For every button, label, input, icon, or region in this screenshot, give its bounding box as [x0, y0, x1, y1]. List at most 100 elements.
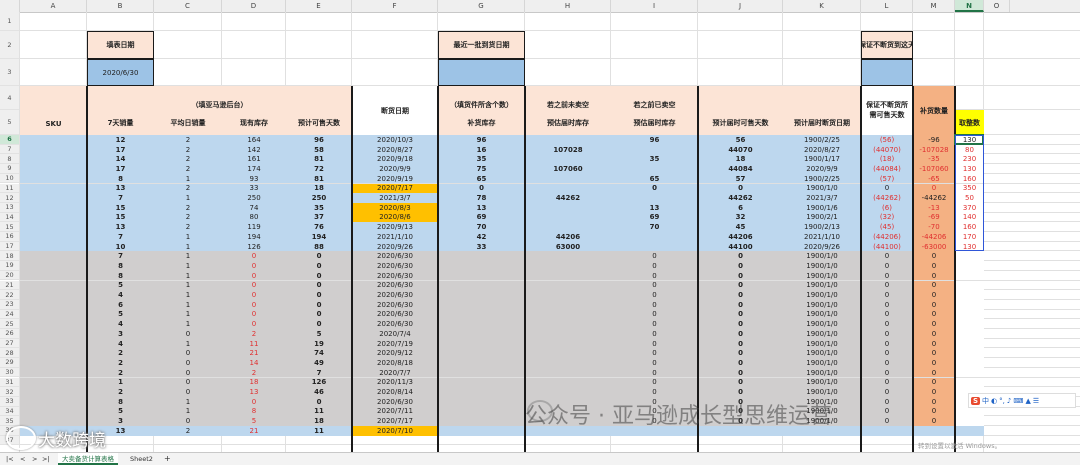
cell-e[interactable]: 74 — [286, 348, 352, 359]
cell-c[interactable]: 2 — [154, 202, 222, 213]
cell-a[interactable] — [20, 280, 87, 291]
cell-g[interactable] — [438, 377, 525, 388]
cell-m[interactable]: 0 — [913, 406, 955, 417]
cell-l[interactable]: (18) — [861, 154, 913, 165]
cell-i[interactable]: 0 — [611, 329, 698, 339]
cell-m[interactable]: 0 — [913, 309, 955, 320]
cell-c[interactable]: 0 — [154, 377, 222, 388]
cell-j[interactable]: 32 — [698, 212, 783, 223]
cell-c[interactable]: 1 — [154, 396, 222, 407]
cell-i[interactable]: 0 — [611, 309, 698, 320]
cell-l[interactable]: 0 — [861, 251, 913, 262]
cell-k[interactable]: 1900/1/0 — [783, 183, 861, 194]
row-header[interactable]: 23 — [0, 299, 20, 310]
cell-c[interactable]: 1 — [154, 241, 222, 252]
cell-j[interactable]: 0 — [698, 251, 783, 262]
column-header-a[interactable]: A — [20, 0, 87, 12]
cell-g[interactable] — [438, 396, 525, 407]
cell-f[interactable]: 2020/6/30 — [352, 251, 438, 262]
cell-g[interactable]: 65 — [438, 173, 525, 184]
cell-f[interactable]: 2020/11/3 — [352, 377, 438, 388]
cell-h[interactable]: 44206 — [525, 232, 611, 242]
cell-f[interactable]: 2020/6/30 — [352, 290, 438, 300]
cell-f[interactable]: 2020/9/12 — [352, 348, 438, 359]
cell-i[interactable]: 0 — [611, 183, 698, 194]
cell-l[interactable]: 0 — [861, 319, 913, 329]
cell-g[interactable]: 96 — [438, 135, 525, 145]
cell-i[interactable]: 69 — [611, 212, 698, 223]
cell-d[interactable]: 2 — [222, 367, 286, 378]
cell-m[interactable]: -63000 — [913, 241, 955, 252]
cell-b[interactable]: 2 — [87, 348, 154, 359]
cell-b[interactable]: 3 — [87, 329, 154, 339]
cell-d[interactable]: 0 — [222, 251, 286, 262]
cell-k[interactable]: 1900/1/0 — [783, 251, 861, 262]
cell-g[interactable]: 33 — [438, 241, 525, 252]
cell-e[interactable]: 0 — [286, 309, 352, 320]
cell-d[interactable]: 0 — [222, 299, 286, 310]
cell-j[interactable]: 0 — [698, 299, 783, 310]
cell-m[interactable] — [913, 426, 955, 436]
cell-c[interactable]: 2 — [154, 426, 222, 436]
cell-e[interactable]: 35 — [286, 202, 352, 213]
cell-n[interactable] — [955, 309, 984, 320]
cell-d[interactable]: 5 — [222, 416, 286, 426]
cell-k[interactable]: 1900/1/0 — [783, 358, 861, 368]
cell-b[interactable]: 7 — [87, 251, 154, 262]
cell-l[interactable]: 0 — [861, 416, 913, 426]
tab-sheet2[interactable]: Sheet2 — [130, 453, 153, 465]
cell-l[interactable]: (44084) — [861, 164, 913, 174]
cell-h[interactable] — [525, 329, 611, 339]
cell-e[interactable]: 0 — [286, 261, 352, 271]
cell-f[interactable]: 2020/9/18 — [352, 154, 438, 165]
cell-i[interactable]: 0 — [611, 280, 698, 291]
cell-d[interactable]: 161 — [222, 154, 286, 165]
row-header[interactable]: 32 — [0, 387, 20, 397]
cell-n[interactable] — [955, 348, 984, 359]
cell-l[interactable]: 0 — [861, 358, 913, 368]
cell-m[interactable]: 0 — [913, 348, 955, 359]
cell-i[interactable] — [611, 144, 698, 155]
cell-k[interactable]: 1900/2/25 — [783, 173, 861, 184]
cell-n[interactable] — [955, 251, 984, 262]
cell-i[interactable] — [611, 241, 698, 252]
row-header[interactable]: 6 — [0, 135, 20, 145]
cell-b[interactable]: 4 — [87, 319, 154, 329]
cell-h[interactable] — [525, 338, 611, 349]
cell-h[interactable] — [525, 183, 611, 194]
cell-k[interactable]: 1900/1/0 — [783, 309, 861, 320]
cell-c[interactable]: 0 — [154, 387, 222, 397]
cell-e[interactable]: 5 — [286, 329, 352, 339]
cell-h[interactable] — [525, 173, 611, 184]
cell-f[interactable]: 2021/3/7 — [352, 193, 438, 203]
column-header-f[interactable]: F — [352, 0, 438, 12]
header-if-sold[interactable]: 若之前已卖空 — [611, 86, 698, 110]
cell-f[interactable]: 2020/6/30 — [352, 319, 438, 329]
cell-i[interactable]: 0 — [611, 387, 698, 397]
cell-m[interactable]: -35 — [913, 154, 955, 165]
cell-n[interactable] — [955, 367, 984, 378]
cell-g[interactable] — [438, 329, 525, 339]
cell-m[interactable]: 0 — [913, 270, 955, 281]
column-header-i[interactable]: I — [611, 0, 698, 12]
cell-c[interactable]: 2 — [154, 135, 222, 145]
header-piece-count[interactable]: （填货件所含个数） — [438, 86, 525, 110]
cell-i[interactable]: 96 — [611, 135, 698, 145]
cell-c[interactable]: 1 — [154, 270, 222, 281]
cell-f[interactable]: 2020/7/10 — [352, 426, 438, 436]
cell-g[interactable] — [438, 290, 525, 300]
cell-b[interactable]: 12 — [87, 135, 154, 145]
cell-e[interactable]: 194 — [286, 232, 352, 242]
cell-g[interactable] — [438, 426, 525, 436]
fill-date-label[interactable]: 填表日期 — [87, 31, 154, 59]
cell-a[interactable] — [20, 183, 87, 194]
cell-e[interactable]: 76 — [286, 222, 352, 232]
cell-k[interactable]: 1900/1/0 — [783, 270, 861, 281]
cell-i[interactable]: 70 — [611, 222, 698, 232]
cell-i[interactable]: 0 — [611, 319, 698, 329]
keep-stock-value[interactable] — [861, 59, 913, 86]
cell-k[interactable]: 1900/2/13 — [783, 222, 861, 232]
cell-n[interactable] — [955, 338, 984, 349]
cell-b[interactable]: 2 — [87, 387, 154, 397]
cell-m[interactable]: -65 — [913, 173, 955, 184]
